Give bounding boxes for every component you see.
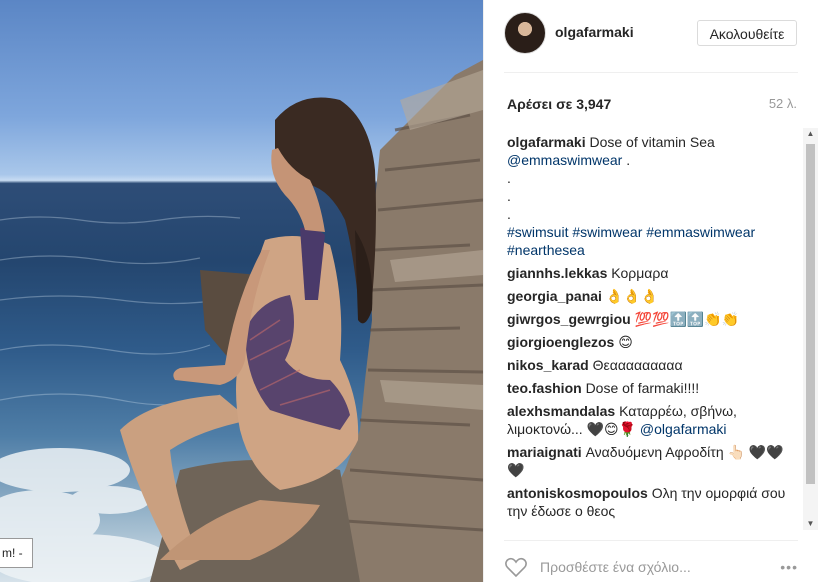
comment-item: giorgioenglezos 😊 (507, 333, 797, 351)
comment-username[interactable]: georgia_panai (507, 288, 602, 304)
avatar[interactable] (504, 12, 546, 54)
post-details-panel: olgafarmaki Ακολουθείτε Αρέσει σε 3,947 … (483, 0, 821, 582)
comment-username[interactable]: alexhsmandalas (507, 403, 615, 419)
caption-hashtags[interactable]: #swimsuit #swimwear #emmaswimwear #neart… (507, 223, 797, 259)
comment-text: Κορμαρα (611, 265, 669, 281)
comment-username[interactable]: nikos_karad (507, 357, 589, 373)
post-photo-illustration (0, 60, 483, 582)
caption-mention-suffix: . (622, 152, 631, 168)
comment-username[interactable]: giwrgos_gewrgiou (507, 311, 631, 327)
comment-text: 💯💯🔝🔝👏👏 (634, 311, 740, 327)
comment-item: giwrgos_gewrgiou 💯💯🔝🔝👏👏 (507, 310, 797, 328)
comment-username[interactable]: giannhs.lekkas (507, 265, 607, 281)
caption-dot: . (507, 188, 511, 204)
username[interactable]: olgafarmaki (555, 24, 634, 40)
comments-scrollbar[interactable]: ▲ ▼ (803, 128, 818, 530)
more-options-icon[interactable]: ••• (780, 559, 798, 575)
comment-text: Dose of farmaki!!!! (585, 380, 700, 396)
caption-mention[interactable]: @emmaswimwear (507, 152, 622, 168)
comment-text: Θεααααααααα (592, 357, 683, 373)
caption-username[interactable]: olgafarmaki (507, 134, 586, 150)
post-age[interactable]: 52 λ. (769, 96, 797, 111)
comment-item: alexhsmandalas Καταρρέω, σβήνω, λιμοκτον… (507, 402, 797, 438)
post-header: olgafarmaki Ακολουθείτε (484, 0, 821, 72)
comment-item: georgia_panai 👌👌👌 (507, 287, 797, 305)
comment-item: teo.fashion Dose of farmaki!!!! (507, 379, 797, 397)
caption-text: Dose of vitamin Sea (589, 134, 715, 150)
comment-username[interactable]: antoniskosmopoulos (507, 485, 648, 501)
caption-dot: . (507, 206, 511, 222)
likes-count[interactable]: Αρέσει σε 3,947 (507, 96, 611, 112)
comments-list: olgafarmaki Dose of vitamin Sea @emmaswi… (507, 133, 797, 528)
comment-item: giannhs.lekkas Κορμαρα (507, 264, 797, 282)
scroll-up-arrow-icon[interactable]: ▲ (803, 128, 818, 140)
scrollbar-thumb[interactable] (806, 144, 815, 484)
comment-username[interactable]: teo.fashion (507, 380, 582, 396)
comment-input[interactable] (540, 557, 740, 577)
comment-item: nikos_karad Θεααααααααα (507, 356, 797, 374)
post-photo[interactable]: m! - (0, 0, 483, 582)
header-divider (504, 72, 798, 73)
comment-item: antoniskosmopoulos Ολη την ομορφιά σου τ… (507, 484, 797, 520)
notification-snippet: m! - (0, 538, 33, 568)
caption-dot: . (507, 170, 511, 186)
add-comment-bar: ••• (504, 551, 798, 581)
caption: olgafarmaki Dose of vitamin Sea @emmaswi… (507, 133, 797, 259)
comment-text: 😊 (618, 334, 633, 350)
comment-mention[interactable]: @olgafarmaki (640, 421, 727, 437)
comment-username[interactable]: giorgioenglezos (507, 334, 614, 350)
following-button[interactable]: Ακολουθείτε (697, 20, 797, 46)
comment-item: mariaignati Αναδυόμενη Αφροδίτη 👆🏻 🖤🖤🖤 (507, 443, 797, 479)
scroll-down-arrow-icon[interactable]: ▼ (803, 518, 818, 530)
comment-text: 👌👌👌 (605, 288, 659, 304)
heart-icon[interactable] (504, 556, 528, 578)
comment-divider (504, 540, 798, 541)
comment-username[interactable]: mariaignati (507, 444, 582, 460)
